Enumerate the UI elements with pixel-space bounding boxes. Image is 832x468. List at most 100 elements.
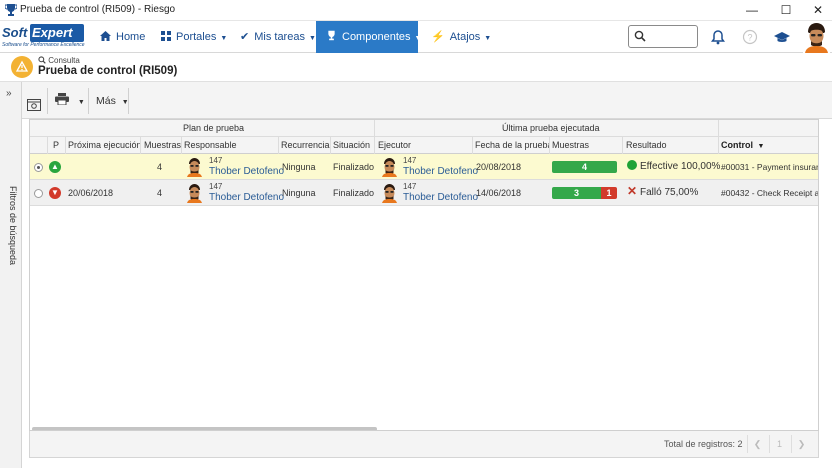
ejecutor-name[interactable]: Thober Detofeno — [403, 192, 478, 203]
more-button[interactable]: Más ▼ — [96, 90, 129, 112]
col-muestras-ejecutada[interactable]: Muestras — [552, 137, 589, 154]
chevron-down-icon: ▼ — [77, 99, 85, 106]
user-avatar[interactable] — [803, 21, 830, 53]
page-number[interactable]: 1 — [769, 435, 789, 453]
softexpert-logo[interactable]: Soft Expert Software for Performance Exc… — [2, 24, 88, 50]
prev-page-button[interactable]: ❮ — [747, 435, 767, 453]
nav-atajos[interactable]: ⚡ Atajos ▼ — [431, 21, 491, 53]
table-row[interactable]: ▲ 4 147 Thober Detofeno Ninguna Finaliza… — [30, 154, 818, 180]
search-filters-label: Filtros de búsqueda — [8, 186, 18, 266]
user-avatar — [382, 184, 397, 203]
breadcrumb-consulta-label: Consulta — [48, 56, 80, 65]
cell-control[interactable]: #00031 - Payment insurance — [721, 154, 818, 180]
cell-fecha-prueba: 20/08/2018 — [476, 162, 522, 172]
col-situacion[interactable]: Situación — [333, 137, 370, 154]
logo-expert: Expert — [30, 24, 84, 42]
risk-warning-icon — [11, 56, 33, 78]
control-test-grid: Plan de prueba Última prueba ejecutada P… — [29, 119, 819, 431]
cell-recurrencia: Ninguna — [282, 188, 316, 198]
search-input[interactable] — [628, 25, 698, 48]
responsable-id: 147 — [209, 182, 223, 191]
row-select-radio[interactable] — [34, 163, 43, 172]
samples-ok-bar: 4 — [552, 161, 617, 173]
chevron-down-icon: ▼ — [308, 35, 316, 42]
responsable-name[interactable]: Thober Detofeno — [209, 166, 284, 177]
col-control-label: Control — [721, 140, 753, 150]
cell-control[interactable]: #00432 - Check Receipt and — [721, 180, 818, 206]
nav-mis-tareas-label: Mis tareas — [254, 31, 305, 43]
responsable-name[interactable]: Thober Detofeno — [209, 192, 284, 203]
col-responsable[interactable]: Responsable — [184, 137, 237, 154]
search-icon — [38, 56, 46, 64]
cell-resultado: Effective 100,00% — [640, 161, 721, 172]
nav-componentes-label: Componentes — [342, 31, 411, 43]
cell-proxima-ejecucion: 20/06/2018 — [68, 188, 114, 198]
nav-portales[interactable]: Portales ▼ — [161, 21, 227, 53]
row-select-radio[interactable] — [34, 189, 43, 198]
toolbar: ▼ Más ▼ — [22, 82, 832, 119]
total-records: Total de registros: 2 — [664, 439, 743, 449]
close-button[interactable]: ✕ — [802, 0, 832, 21]
col-recurrencia[interactable]: Recurrencia — [281, 137, 330, 154]
print-button[interactable]: ▼ — [55, 90, 85, 112]
group-plan-de-prueba: Plan de prueba — [183, 123, 245, 133]
col-ejecutor[interactable]: Ejecutor — [378, 137, 411, 154]
ejecutor-id: 147 — [403, 182, 417, 191]
user-avatar — [382, 158, 397, 177]
table-row[interactable]: ▼ 20/06/2018 4 147 Thober Detofeno Ningu… — [30, 180, 818, 206]
ejecutor-name[interactable]: Thober Detofeno — [403, 166, 478, 177]
col-resultado[interactable]: Resultado — [626, 137, 667, 154]
cell-muestras: 4 — [157, 162, 163, 172]
search-filters-panel[interactable]: » Filtros de búsqueda — [0, 82, 22, 468]
chevron-down-icon: ▼ — [484, 35, 492, 42]
grid-icon — [161, 31, 171, 41]
nav-atajos-label: Atajos — [449, 31, 481, 43]
nav-portales-label: Portales — [176, 31, 217, 43]
search-icon — [634, 30, 646, 42]
sort-desc-icon: ▼ — [757, 143, 765, 150]
double-chevron-right-icon[interactable]: » — [6, 88, 12, 99]
col-proxima-ejecucion[interactable]: Próxima ejecución — [68, 137, 142, 154]
help-icon[interactable]: ? — [742, 29, 758, 45]
maximize-button[interactable]: ☐ — [770, 0, 802, 21]
more-button-label: Más — [96, 95, 116, 107]
cell-muestras: 4 — [157, 188, 163, 198]
nav-home[interactable]: Home — [100, 21, 145, 53]
logo-soft: Soft — [2, 24, 30, 42]
responsable-id: 147 — [209, 156, 223, 165]
graduation-cap-icon[interactable] — [774, 29, 790, 45]
priority-up-icon: ▲ — [49, 161, 61, 173]
breadcrumb-consulta[interactable]: Consulta — [38, 56, 80, 65]
effective-status-icon — [627, 160, 637, 170]
trophy-icon — [5, 4, 17, 16]
toolbar-divider — [128, 88, 129, 114]
nav-home-label: Home — [116, 31, 146, 43]
check-icon: ✔ — [240, 31, 250, 43]
chevron-down-icon: ▼ — [414, 35, 422, 42]
toolbar-divider — [47, 88, 48, 114]
user-avatar — [187, 158, 202, 177]
next-page-button[interactable]: ❯ — [791, 435, 811, 453]
cell-fecha-prueba: 14/06/2018 — [476, 188, 522, 198]
grid-column-header: P Próxima ejecución Muestras Responsable… — [30, 137, 818, 155]
home-icon — [100, 31, 111, 41]
breadcrumb: Consulta Prueba de control (RI509) — [0, 53, 832, 82]
nav-mis-tareas[interactable]: ✔ Mis tareas ▼ — [240, 21, 316, 53]
cell-situacion: Finalizado — [333, 162, 375, 172]
ejecutor-id: 147 — [403, 156, 417, 165]
nav-componentes[interactable]: Componentes ▼ — [316, 21, 421, 53]
window-title: Prueba de control (RI509) - Riesgo — [20, 4, 176, 15]
cell-resultado: Falló 75,00% — [640, 187, 699, 198]
window-titlebar: Prueba de control (RI509) - Riesgo — ☐ ✕ — [0, 0, 832, 21]
bell-icon[interactable] — [710, 29, 726, 45]
col-fecha-prueba[interactable]: Fecha de la prueba — [475, 137, 549, 154]
bolt-icon: ⚡ — [431, 31, 445, 43]
samples-ok-bar: 3 — [552, 187, 601, 199]
user-avatar — [187, 184, 202, 203]
col-control[interactable]: Control ▼ — [721, 137, 764, 155]
minimize-button[interactable]: — — [736, 0, 768, 21]
view-record-icon[interactable] — [27, 94, 41, 116]
chevron-down-icon: ▼ — [220, 35, 228, 42]
col-muestras[interactable]: Muestras — [144, 137, 181, 154]
col-p[interactable]: P — [53, 137, 59, 154]
